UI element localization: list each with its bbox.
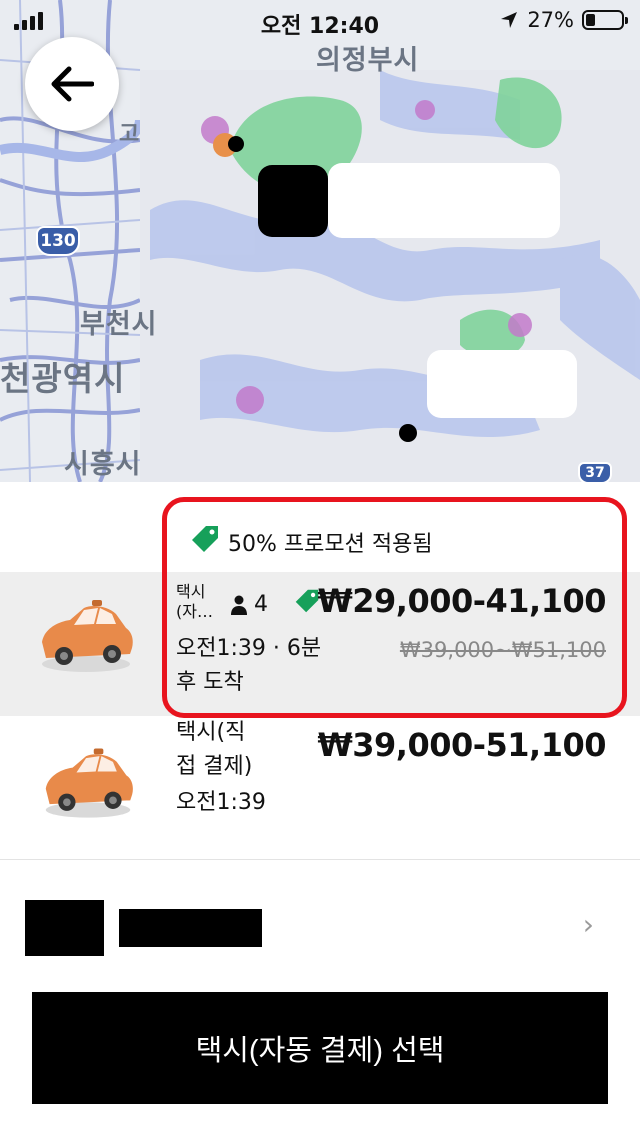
- option-price: ₩39,000-51,100: [317, 726, 606, 764]
- taxi-car-icon: [45, 748, 133, 818]
- map-view[interactable]: 의정부시 고 부천시 천광역시 시흥시 130 37: [0, 0, 640, 482]
- tag-icon: [295, 589, 319, 613]
- map-label-siheung: 시흥시: [64, 449, 142, 480]
- location-arrow-icon: [501, 12, 518, 28]
- battery-level: [586, 14, 596, 26]
- map-label-incheon: 천광역시: [0, 359, 126, 398]
- ride-option-taxi-direct-pay[interactable]: 택시(직 접 결제) ₩39,000-51,100 오전1:39: [0, 716, 640, 860]
- battery-icon: [582, 10, 628, 30]
- option-name: 택시(직 접 결제): [176, 720, 253, 779]
- promo-text: 50% 프로모션 적용됨: [228, 532, 433, 557]
- map-label-bucheon: 부천시: [80, 309, 158, 340]
- status-bar: 오전 12:40 27%: [0, 0, 640, 40]
- back-button[interactable]: [25, 37, 119, 131]
- battery-percent: 27%: [527, 8, 574, 32]
- promo-banner: 50% 프로모션 적용됨: [0, 482, 640, 572]
- payment-method-label: [119, 909, 262, 947]
- chevron-right-icon: ›: [582, 908, 594, 941]
- ride-options-sheet: 50% 프로모션 적용됨 택시 (자… 4 ₩29,000-41,100 오전1…: [0, 482, 640, 1136]
- status-right: 27%: [499, 8, 628, 32]
- option-eta: 오전1:39 · 6분 후 도착: [176, 636, 322, 695]
- option-name: 택시 (자…: [176, 582, 213, 621]
- arrow-left-icon: [51, 66, 94, 102]
- payment-card-icon: [25, 900, 104, 956]
- option-original-price: ₩39,000~₩51,100: [399, 638, 606, 662]
- capacity-count: 4: [254, 592, 268, 617]
- map-label-go: 고: [119, 122, 141, 147]
- tag-icon: [192, 526, 218, 552]
- route-130-shield: 130: [36, 226, 80, 256]
- capacity: 4: [230, 592, 268, 617]
- person-icon: [231, 595, 247, 615]
- taxi-car-icon: [42, 600, 133, 672]
- ride-option-taxi-auto-pay[interactable]: 택시 (자… 4 ₩29,000-41,100 오전1:39 · 6분 후 도착…: [0, 572, 640, 716]
- payment-method-row[interactable]: ›: [0, 860, 640, 972]
- map-label-uijeongbu: 의정부시: [316, 45, 420, 76]
- route-37-shield: 37: [578, 462, 612, 482]
- option-eta: 오전1:39: [176, 790, 266, 815]
- option-price: ₩29,000-41,100: [317, 582, 606, 620]
- select-taxi-button[interactable]: 택시(자동 결제) 선택: [32, 992, 608, 1104]
